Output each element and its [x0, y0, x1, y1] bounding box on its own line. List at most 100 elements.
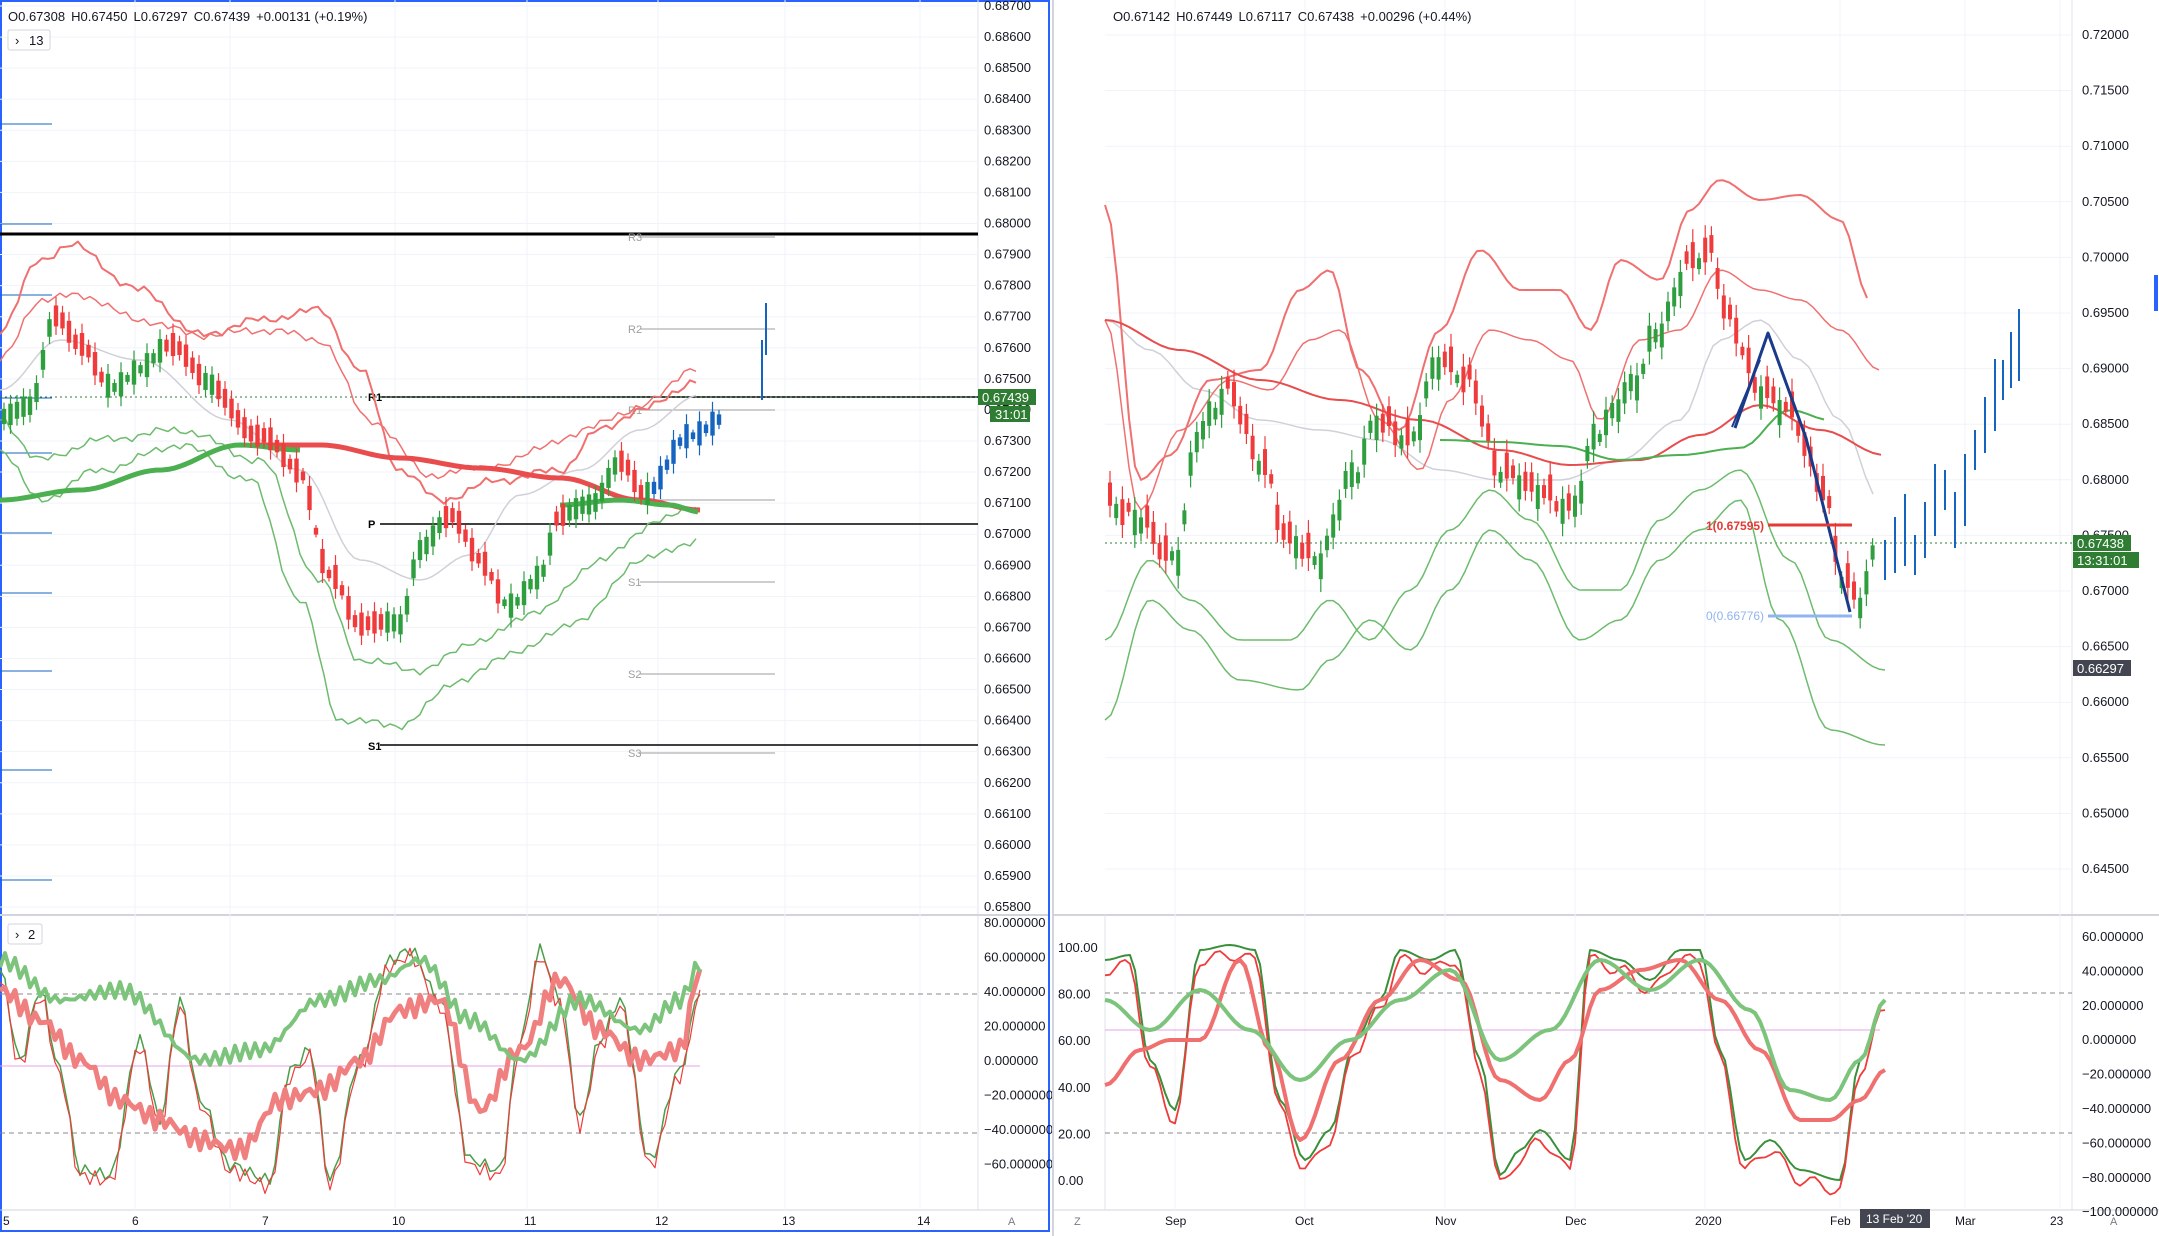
fib-label-0: 0(0.66776): [1706, 609, 1764, 623]
candle-body: [1870, 545, 1875, 560]
left-osc-collapse-button[interactable]: › 2: [7, 923, 43, 945]
osc-tick: 80.000000: [984, 915, 1045, 930]
candle-body: [1560, 498, 1565, 524]
candle-body: [1504, 452, 1509, 479]
candle-body: [1281, 523, 1286, 540]
moving-average-green: [1439, 409, 1825, 461]
candle-body: [703, 424, 709, 434]
candle-body: [534, 565, 540, 590]
candle-body: [469, 537, 475, 562]
right-price-axis[interactable]: 0.72000 0.71500 0.71000 0.70500 0.70000 0.695…: [1058, 27, 2158, 1219]
candle-body: [203, 372, 208, 390]
price-tick: 0.66600: [984, 650, 1031, 665]
candle-body: [1225, 376, 1230, 389]
candle-body: [1151, 521, 1156, 544]
candle-body: [1517, 475, 1522, 500]
time-tick: 7: [262, 1214, 269, 1228]
osc-tick-right: −40.000000: [2082, 1101, 2151, 1116]
candle-body: [1405, 419, 1410, 446]
candle-body: [1678, 271, 1683, 297]
right-drawings[interactable]: 1(0.67595) 0(0.66776): [1706, 331, 1852, 623]
candle-body: [1473, 380, 1478, 404]
left-auto-scale-button[interactable]: A: [1008, 1216, 1016, 1228]
svg-text:0.67438: 0.67438: [2077, 536, 2124, 551]
right-zoom-button[interactable]: Z: [1074, 1216, 1081, 1228]
candle-body: [1436, 357, 1441, 380]
candle-body: [391, 614, 397, 632]
candle-body: [404, 595, 410, 615]
candle-body: [417, 540, 423, 561]
price-tick: 0.67500: [984, 371, 1031, 386]
candle-body: [1263, 449, 1267, 475]
level-label: R2: [628, 324, 642, 336]
candle-body: [1858, 597, 1863, 619]
candle-body: [1641, 363, 1646, 374]
candle-body: [8, 403, 13, 426]
candle-body: [53, 305, 59, 327]
candle-body: [638, 485, 644, 500]
candle-body: [1511, 465, 1515, 479]
candle-body: [313, 527, 319, 535]
time-tick: 12: [655, 1214, 669, 1228]
chart-workspace[interactable]: R3R2R1S1S2S3R1PS1 0.687000.686000.685000…: [0, 0, 2159, 1236]
candle-body: [1542, 485, 1546, 499]
candle-body: [567, 504, 572, 521]
osc-tick-right: −80.000000: [2082, 1170, 2151, 1185]
price-tick: 0.66500: [984, 682, 1031, 697]
candle-body: [235, 410, 241, 428]
candle-body: [1666, 301, 1670, 322]
osc-tick: 20.000000: [984, 1019, 1045, 1034]
osc-tick-right: −60.000000: [2082, 1135, 2151, 1150]
candle-body: [1300, 542, 1305, 559]
candle-body: [1163, 535, 1168, 561]
price-tick: 0.66300: [984, 744, 1031, 759]
candle-body: [1287, 521, 1292, 544]
svg-text:0.66297: 0.66297: [2077, 661, 2124, 676]
candle-body: [1331, 514, 1336, 538]
left-time-axis[interactable]: 5 6 7 10 11 12 13 14: [3, 1214, 931, 1228]
candle-body: [586, 494, 592, 515]
candle-body: [385, 611, 390, 633]
right-auto-scale-button[interactable]: A: [2110, 1216, 2118, 1228]
svg-text:0.67439: 0.67439: [982, 390, 1029, 405]
candle-body: [1455, 374, 1460, 384]
candle-body: [560, 503, 566, 526]
candle-body: [222, 388, 228, 408]
candle-body: [125, 374, 130, 382]
time-tick: 5: [3, 1214, 10, 1228]
candle-body: [287, 458, 293, 470]
price-tick: 0.68500: [2082, 416, 2129, 431]
price-tick: 0.65500: [2082, 750, 2129, 765]
candle-body: [1232, 381, 1236, 407]
left-price-axis[interactable]: 0.68700 0.68600 0.68500 0.68400 0.68300 0.682…: [984, 0, 1053, 1172]
fib-label-1: 1(0.67595): [1706, 519, 1764, 533]
candle-body: [502, 599, 507, 607]
right-scroll-indicator[interactable]: [2154, 275, 2158, 311]
price-tick: 0.71000: [2082, 138, 2129, 153]
candle-body: [1337, 499, 1342, 521]
left-bar-countdown: 31:01: [995, 407, 1028, 422]
time-tick: Feb: [1830, 1214, 1851, 1228]
candle-body: [411, 559, 416, 579]
price-tick: 0.68700: [984, 0, 1031, 13]
price-tick: 0.66200: [984, 775, 1031, 790]
candle-body: [170, 332, 176, 357]
candle-body: [177, 341, 182, 356]
candle-body: [1325, 535, 1329, 551]
candle-body: [541, 564, 546, 577]
price-tick: 0.69000: [2082, 361, 2129, 376]
candle-body: [645, 481, 650, 505]
candle-body: [1430, 357, 1435, 379]
candle-body: [1207, 401, 1212, 426]
price-tick: 0.68300: [984, 122, 1031, 137]
candle-body: [1244, 413, 1249, 435]
left-collapse-button[interactable]: › 13: [7, 29, 51, 51]
time-tick: Nov: [1435, 1214, 1456, 1228]
lower-band-inner: [0, 419, 697, 676]
price-tick: 0.72000: [2082, 27, 2129, 42]
price-tick: 0.66000: [984, 837, 1031, 852]
left-ohlc-readout: O0.67308 H0.67450 L0.67297 C0.67439 +0.00131…: [8, 9, 367, 24]
candle-body: [424, 536, 429, 555]
candle-body: [352, 615, 358, 628]
candle-body: [248, 425, 254, 442]
